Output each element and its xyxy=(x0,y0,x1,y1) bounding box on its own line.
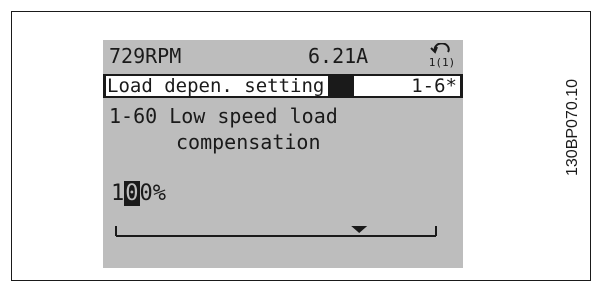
speed-readout: 729RPM xyxy=(109,44,182,68)
group-index: 1-6* xyxy=(354,76,460,96)
current-readout: 6.21A xyxy=(308,44,369,68)
setup-indicator: 1(1) xyxy=(429,56,456,69)
group-title: Load depen. setting xyxy=(106,76,329,96)
figure-code: 130BP070.10 xyxy=(564,79,581,176)
triangle-down-icon xyxy=(351,226,368,233)
menu-title-bar: Load depen. setting 1-6* xyxy=(103,74,463,98)
value-digit: 1 xyxy=(111,181,125,206)
hand-return-icon: 1(1) xyxy=(429,43,456,69)
lcp-display: 729RPM 6.21A 1(1) Load depen. setting 1-… xyxy=(103,40,463,268)
value-cursor-digit[interactable]: 0 xyxy=(124,181,140,206)
parameter-value[interactable]: 100% xyxy=(111,181,166,206)
figure-page: 729RPM 6.21A 1(1) Load depen. setting 1-… xyxy=(0,0,604,293)
parameter-name-line1: 1-60 Low speed load xyxy=(109,104,338,128)
value-unit: % xyxy=(152,181,166,206)
value-digit: 0 xyxy=(139,181,153,206)
parameter-name-line2: compensation xyxy=(176,130,321,154)
value-range-bar xyxy=(115,226,437,237)
